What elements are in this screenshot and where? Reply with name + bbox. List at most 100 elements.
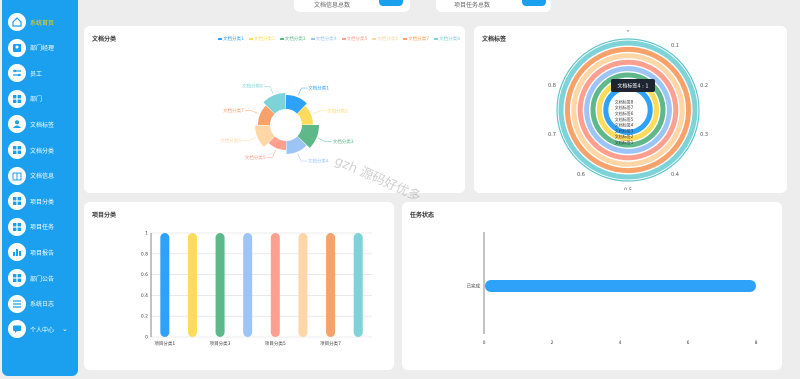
sidebar-item-label: 项目任务 xyxy=(30,224,55,232)
sidebar-item-10[interactable]: 项目报告 xyxy=(8,241,76,263)
pie-leader-line xyxy=(312,110,327,115)
legend-item[interactable]: 文档分类2 xyxy=(248,36,275,42)
sidebar-item-5[interactable]: 文档标签 xyxy=(8,113,76,135)
legend-label: 文档分类2 xyxy=(253,37,275,42)
sidebar-item-11[interactable]: 部门公告 xyxy=(8,267,76,289)
sidebar-item-3[interactable]: 员工 xyxy=(8,62,76,84)
polar-tick-label: 0.4 xyxy=(671,172,679,178)
legend-item[interactable]: 文档分类4 xyxy=(310,36,337,42)
bar[interactable] xyxy=(243,233,253,337)
legend-item[interactable]: 文档分类6 xyxy=(372,36,398,42)
chevron-down-icon[interactable]: ⌄ xyxy=(62,325,68,333)
sidebar-item-1[interactable]: 系统首页 xyxy=(8,11,76,33)
polar-tick-label: 0.8 xyxy=(548,83,556,89)
grid-icon xyxy=(8,192,26,211)
sidebar-item-4[interactable]: 部门 xyxy=(8,88,76,110)
polar-tick-label: 0.2 xyxy=(700,83,708,89)
bar[interactable] xyxy=(187,233,197,337)
polar-tick-label: 0.6 xyxy=(577,172,585,178)
legend-item[interactable]: 文档分类5 xyxy=(341,36,368,42)
pie-label: 文档分类5 xyxy=(245,154,266,161)
sidebar-item-label: 文档分类 xyxy=(30,147,55,155)
pie-leader-line xyxy=(242,137,256,141)
pie-leader-line xyxy=(263,85,274,94)
sidebar-item-8[interactable]: 项目分类 xyxy=(8,190,76,212)
bar-chart-icon xyxy=(8,243,26,262)
task-status-title: 任务状态 xyxy=(410,212,435,219)
doc-total-badge[interactable] xyxy=(379,0,403,6)
pie-leader-line xyxy=(244,110,259,114)
home-icon xyxy=(8,13,26,31)
polar-ring-label: 文档标签4 xyxy=(615,122,634,128)
polar-ring-label: 文档标签6 xyxy=(615,110,634,116)
sidebar-item-label: 员工 xyxy=(30,70,43,78)
bar[interactable] xyxy=(270,233,280,337)
bar[interactable] xyxy=(326,233,336,337)
sidebar-item-label: 文档标签 xyxy=(30,121,55,129)
legend-item[interactable]: 文档分类1 xyxy=(218,36,244,42)
sidebar-item-label: 部门公告 xyxy=(30,275,55,283)
polar-ring-label: 文档标签5 xyxy=(615,116,634,122)
sidebar-item-6[interactable]: 文档分类 xyxy=(8,139,76,161)
sidebar-item-label: 部门经理 xyxy=(30,45,55,53)
doc-category-legend: 文档分类1 文档分类2 文档分类3 文档分类4 文档分类5 文档分类6 文档分类7 文档分类8 xyxy=(218,36,460,42)
sidebar-item-2[interactable]: 部门经理 xyxy=(8,37,76,59)
grid-icon xyxy=(8,217,26,236)
bar[interactable] xyxy=(215,233,225,337)
task-status-bar-chart: 0 2 4 6 8 已完成 xyxy=(467,232,758,346)
pie-label: 文档分类7 xyxy=(223,107,244,114)
y-tick-label: 1 xyxy=(145,231,148,237)
y-tick-label: 0.4 xyxy=(141,293,148,299)
sidebar-item-13[interactable]: 个人中心 ⌄ xyxy=(8,318,76,340)
task-total-badge[interactable] xyxy=(522,0,546,6)
sidebar-item-7[interactable]: 文档信息 xyxy=(8,165,76,187)
sidebar-item-label: 个人中心 xyxy=(30,326,55,334)
polar-ring-label: 文档标签2 xyxy=(615,133,634,139)
legend-swatch xyxy=(403,38,408,40)
polar-ring-label: 文档标签8 xyxy=(615,98,634,104)
y-tick-label: 0.2 xyxy=(141,314,148,320)
pie-label: 文档分类1 xyxy=(308,85,329,92)
bar[interactable] xyxy=(298,233,308,337)
sidebar-item-label: 项目分类 xyxy=(30,198,55,206)
doc-category-pie-chart: 文档分类1 文档分类2 文档分类3 文档分类4 文档分类5 文档分类6 文档分类7 文档分类8 xyxy=(220,83,353,165)
legend-label: 文档分类8 xyxy=(439,37,460,42)
legend-swatch xyxy=(341,38,346,40)
sliders-icon xyxy=(8,64,26,83)
pie-leader-line xyxy=(298,87,308,96)
bar[interactable] xyxy=(353,233,363,337)
doc-total-label: 文档信息总数 xyxy=(314,2,351,9)
polar-tick-label: 0.7 xyxy=(548,132,556,138)
sidebar-item-label: 项目报告 xyxy=(30,249,55,257)
legend-item[interactable]: 文档分类8 xyxy=(434,36,460,42)
polar-ring-label: 文档标签3 xyxy=(615,127,634,133)
x-tick-label: 0 xyxy=(483,340,486,346)
doc-tags-title: 文档标签 xyxy=(482,36,507,43)
legend-item[interactable]: 文档分类7 xyxy=(403,36,429,42)
x-tick-label: 项目分类5 xyxy=(265,340,286,347)
legend-swatch xyxy=(218,38,222,40)
doc-tags-polar-chart: 0 0.1 0.2 0.3 0.4 0.5 0.6 0.7 0.8 文档标签1文档标签2文档标签3… xyxy=(548,30,708,190)
legend-swatch xyxy=(434,38,439,40)
legend-item[interactable]: 文档分类3 xyxy=(279,36,306,42)
x-tick-label: 8 xyxy=(755,340,758,346)
legend-swatch xyxy=(372,38,377,40)
sidebar-item-12[interactable]: 系统日志 xyxy=(8,293,76,315)
y-tick-label: 0 xyxy=(145,335,148,341)
bar[interactable] xyxy=(160,233,170,337)
sidebar-item-label: 系统首页 xyxy=(30,19,55,27)
grid-icon xyxy=(8,269,26,287)
legend-label: 文档分类5 xyxy=(346,37,368,42)
polar-tick-label: 0.3 xyxy=(700,132,708,138)
y-tick-label: 已完成 xyxy=(467,283,481,290)
bar[interactable] xyxy=(485,280,756,292)
legend-label: 文档分类6 xyxy=(377,37,399,42)
sidebar-item-9[interactable]: 项目任务 xyxy=(8,216,76,238)
pie-leader-line xyxy=(266,149,276,158)
list-icon xyxy=(8,294,26,313)
polar-tick-label: 0 xyxy=(626,30,629,34)
message-icon xyxy=(8,320,26,339)
x-tick-label: 项目分类7 xyxy=(320,340,341,347)
grid-icon xyxy=(8,141,26,159)
chart-tooltip-text: 文档标签4 : 1 xyxy=(617,83,648,90)
